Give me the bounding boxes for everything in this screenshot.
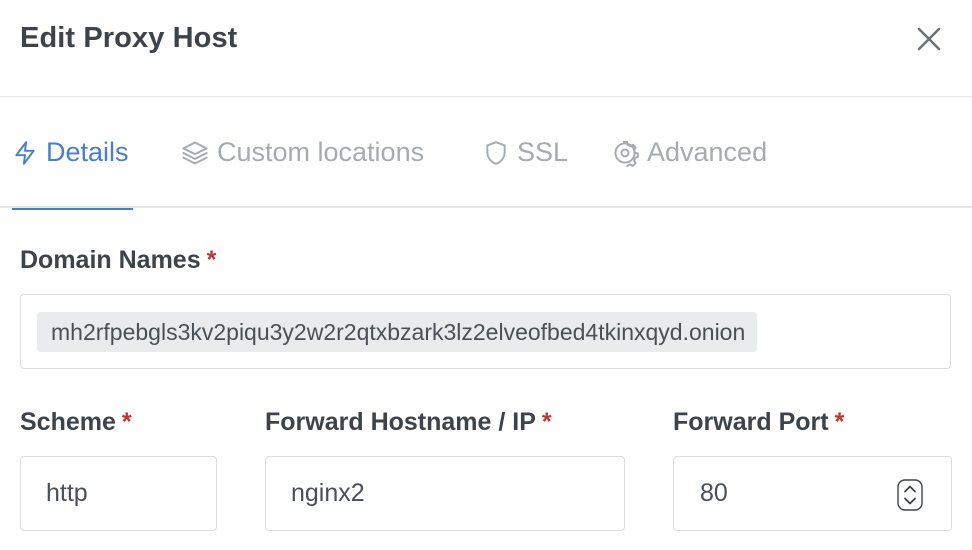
forward-hostname-label: Forward Hostname / IP * bbox=[265, 408, 552, 437]
scheme-value: http bbox=[46, 479, 88, 507]
forward-port-value: 80 bbox=[700, 479, 728, 507]
tab-bar: Details Custom locations SSL Advanced bbox=[0, 97, 972, 210]
forward-hostname-value: nginx2 bbox=[291, 479, 365, 507]
domain-names-label-text: Domain Names bbox=[20, 246, 201, 274]
lightning-icon bbox=[12, 139, 38, 167]
tab-details[interactable]: Details bbox=[12, 97, 133, 210]
modal-title: Edit Proxy Host bbox=[20, 22, 238, 54]
domain-names-label: Domain Names * bbox=[20, 246, 216, 275]
forward-port-input[interactable]: 80 bbox=[673, 456, 952, 531]
forward-hostname-label-text: Forward Hostname / IP bbox=[265, 408, 536, 436]
required-marker: * bbox=[541, 408, 552, 436]
modal-header: Edit Proxy Host bbox=[0, 0, 972, 97]
tab-advanced[interactable]: Advanced bbox=[611, 97, 767, 208]
tab-custom-locations-label: Custom locations bbox=[217, 137, 425, 167]
scheme-select[interactable]: http bbox=[20, 456, 217, 531]
tab-details-label: Details bbox=[46, 137, 129, 167]
number-stepper[interactable] bbox=[897, 479, 923, 511]
forward-hostname-input[interactable]: nginx2 bbox=[265, 456, 625, 531]
gear-icon bbox=[611, 139, 639, 167]
tab-advanced-label: Advanced bbox=[647, 137, 768, 167]
tab-ssl[interactable]: SSL bbox=[483, 97, 568, 208]
tab-ssl-label: SSL bbox=[517, 137, 569, 167]
required-marker: * bbox=[121, 408, 132, 436]
close-icon bbox=[917, 27, 941, 51]
required-marker: * bbox=[834, 408, 845, 436]
close-button[interactable] bbox=[910, 20, 948, 58]
shield-icon bbox=[483, 139, 509, 167]
edit-proxy-host-modal: Edit Proxy Host Details Custom locations… bbox=[0, 0, 972, 550]
layers-icon bbox=[181, 139, 209, 167]
tab-custom-locations[interactable]: Custom locations bbox=[181, 97, 424, 208]
scheme-label: Scheme * bbox=[20, 408, 132, 437]
forward-port-label: Forward Port * bbox=[673, 408, 844, 437]
domain-chip[interactable]: mh2rfpebgls3kv2piqu3y2w2r2qtxbzark3lz2el… bbox=[37, 312, 758, 352]
domain-names-input[interactable]: mh2rfpebgls3kv2piqu3y2w2r2qtxbzark3lz2el… bbox=[20, 294, 951, 369]
forward-port-label-text: Forward Port bbox=[673, 408, 829, 436]
required-marker: * bbox=[206, 246, 217, 274]
scheme-label-text: Scheme bbox=[20, 408, 116, 436]
